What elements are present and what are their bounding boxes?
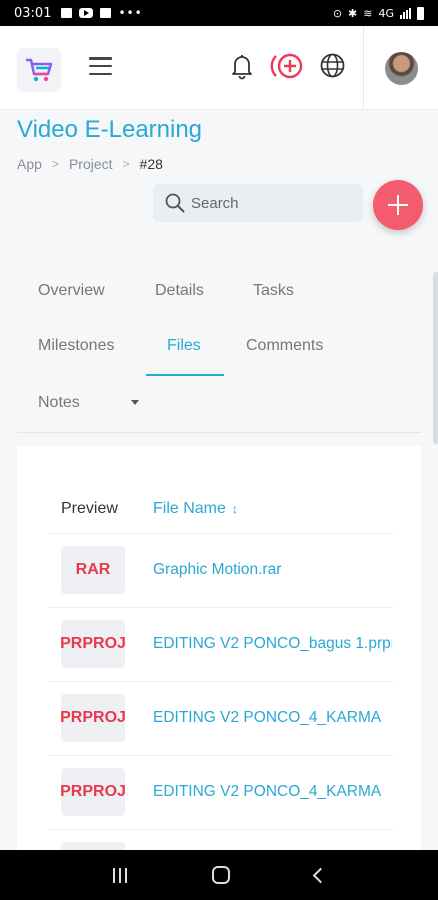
file-type-thumbnail[interactable]: PRPROJ [60,620,126,668]
app-header [0,26,438,110]
gallery-notification-icon [61,8,73,18]
row-divider [48,681,393,682]
more-notifications-icon: ••• [118,6,143,20]
row-divider [48,533,393,534]
folder-notification-icon [100,8,112,18]
column-header-file-name-label: File Name [153,500,226,517]
breadcrumb-current: #28 [139,156,163,172]
tab-tasks[interactable]: Tasks [253,282,294,300]
file-type-thumbnail[interactable]: RAR [61,546,125,594]
tab-files[interactable]: Files [167,337,201,355]
breadcrumb-app[interactable]: App [17,156,42,172]
system-nav-bar [0,850,438,900]
tab-overview[interactable]: Overview [38,282,105,300]
wifi-icon: ≋ [363,6,373,20]
status-time: 03:01 [14,5,52,21]
signal-icon [400,7,411,19]
row-divider [48,829,393,830]
globe-icon[interactable] [319,52,346,84]
column-header-preview: Preview [61,500,118,517]
file-type-thumbnail[interactable]: PRPROJ [60,768,126,816]
search-box[interactable] [153,184,363,222]
file-type-thumbnail[interactable] [61,842,125,850]
menu-icon[interactable] [89,57,112,75]
file-name-link[interactable]: Graphic Motion.rar [153,561,392,579]
search-input[interactable] [191,194,351,212]
tab-comments[interactable]: Comments [246,337,323,355]
sort-icon[interactable]: ↕ [232,502,238,516]
avatar[interactable] [385,52,418,85]
file-name-link[interactable]: EDITING V2 PONCO_4_KARMA [153,709,392,727]
chevron-right-icon: > [51,157,59,171]
battery-icon [417,6,424,20]
youtube-notification-icon [79,8,94,18]
status-bar: 03:01 ••• ⊙ ✱ ≋ 4G [0,0,438,26]
bell-icon[interactable] [230,52,254,85]
add-button[interactable] [373,180,423,230]
recent-apps-icon[interactable] [112,867,127,883]
back-icon[interactable] [312,867,328,883]
file-type-thumbnail[interactable]: PRPROJ [60,694,126,742]
chevron-right-icon: > [122,157,130,171]
page-title: Video E-Learning [17,116,203,143]
breadcrumb-project[interactable]: Project [69,156,113,172]
home-icon[interactable] [211,866,230,884]
file-name-link[interactable]: EDITING V2 PONCO_bagus 1.prproj [153,635,392,653]
edge-panel-handle[interactable] [433,272,438,444]
add-circle-icon[interactable] [270,52,306,85]
tab-milestones[interactable]: Milestones [38,337,114,355]
cart-logo-icon[interactable] [17,48,61,92]
tab-details[interactable]: Details [155,282,204,300]
network-type-label: 4G [378,6,394,20]
tab-notes[interactable]: Notes [38,394,80,412]
bluetooth-icon: ✱ [348,6,358,20]
row-divider [48,607,393,608]
file-name-link[interactable]: EDITING V2 PONCO_4_KARMA [153,783,392,801]
active-tab-indicator [146,374,224,376]
alarm-icon: ⊙ [332,6,343,20]
row-divider [48,755,393,756]
header-divider [363,26,364,110]
column-header-file-name[interactable]: File Name ↕ [153,500,238,518]
tabs-divider [17,432,421,433]
search-icon [165,193,185,213]
caret-down-icon[interactable] [131,400,139,405]
breadcrumb: App > Project > #28 [17,156,163,172]
